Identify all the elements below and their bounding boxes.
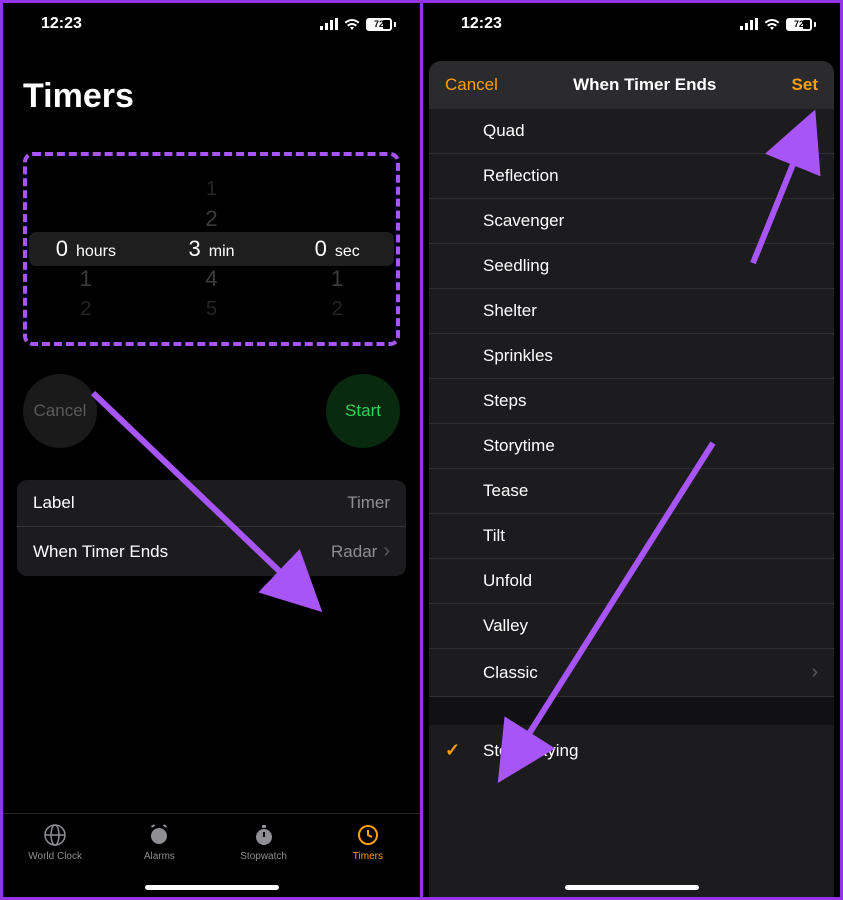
status-time: 12:23 bbox=[461, 15, 502, 33]
battery-icon: 72 bbox=[366, 18, 396, 31]
stopwatch-icon bbox=[251, 822, 277, 848]
battery-icon: 72 bbox=[786, 18, 816, 31]
ends-value: Radar bbox=[331, 542, 377, 562]
picker-sec-value: 0 bbox=[315, 236, 327, 262]
sound-picker-modal: Cancel When Timer Ends Set Quad Reflecti… bbox=[429, 61, 834, 897]
tab-timers[interactable]: Timers bbox=[316, 822, 420, 862]
phone-right-sound-picker: 12:23 72 Cancel When Timer Ends Set Quad… bbox=[423, 3, 840, 897]
sound-item[interactable]: Unfold bbox=[429, 559, 834, 604]
modal-title: When Timer Ends bbox=[573, 75, 716, 95]
status-indicators: 72 bbox=[320, 18, 396, 31]
timer-settings-group: Label Timer When Timer Ends Radar › bbox=[17, 480, 406, 576]
modal-cancel-button[interactable]: Cancel bbox=[445, 75, 498, 95]
status-bar: 12:23 72 bbox=[423, 3, 840, 39]
label-row[interactable]: Label Timer bbox=[17, 480, 406, 527]
when-timer-ends-row[interactable]: When Timer Ends Radar › bbox=[17, 527, 406, 576]
sound-item[interactable]: Scavenger bbox=[429, 199, 834, 244]
start-button[interactable]: Start bbox=[326, 374, 400, 448]
sound-item[interactable]: Quad bbox=[429, 109, 834, 154]
picker-hours-value: 0 bbox=[56, 236, 68, 262]
tab-stopwatch[interactable]: Stopwatch bbox=[212, 822, 316, 862]
picker-min-label: min bbox=[209, 243, 235, 261]
stop-playing-row[interactable]: ✓ Stop Playing bbox=[429, 725, 834, 776]
ends-key: When Timer Ends bbox=[33, 542, 168, 562]
wifi-icon bbox=[344, 18, 360, 30]
page-title: Timers bbox=[3, 39, 420, 126]
picker-sec-label: sec bbox=[335, 243, 360, 261]
chevron-right-icon: › bbox=[811, 661, 818, 684]
sound-item[interactable]: Steps bbox=[429, 379, 834, 424]
chevron-right-icon: › bbox=[383, 540, 390, 563]
phone-left-timers: 12:23 72 Timers 1 2 bbox=[3, 3, 420, 897]
timer-icon bbox=[355, 822, 381, 848]
status-indicators: 72 bbox=[740, 18, 816, 31]
sound-item[interactable]: Sprinkles bbox=[429, 334, 834, 379]
alarm-icon bbox=[146, 822, 172, 848]
checkmark-icon: ✓ bbox=[445, 740, 465, 761]
picker-min-value: 3 bbox=[188, 236, 200, 262]
sound-item[interactable]: Shelter bbox=[429, 289, 834, 334]
sound-item[interactable]: Storytime bbox=[429, 424, 834, 469]
home-indicator[interactable] bbox=[565, 885, 699, 890]
status-time: 12:23 bbox=[41, 15, 82, 33]
sound-item[interactable]: Valley bbox=[429, 604, 834, 649]
picker-hours-label: hours bbox=[76, 243, 116, 261]
sound-item-classic[interactable]: Classic› bbox=[429, 649, 834, 697]
label-value: Timer bbox=[347, 493, 390, 513]
status-bar: 12:23 72 bbox=[3, 3, 420, 39]
modal-header: Cancel When Timer Ends Set bbox=[429, 61, 834, 109]
sound-item[interactable]: Reflection bbox=[429, 154, 834, 199]
cellular-icon bbox=[320, 18, 338, 30]
cellular-icon bbox=[740, 18, 758, 30]
sound-item[interactable]: Tilt bbox=[429, 514, 834, 559]
tab-world-clock[interactable]: World Clock bbox=[3, 822, 107, 862]
tab-alarms[interactable]: Alarms bbox=[107, 822, 211, 862]
sound-item[interactable]: Tease bbox=[429, 469, 834, 514]
home-indicator[interactable] bbox=[145, 885, 279, 890]
cancel-button[interactable]: Cancel bbox=[23, 374, 97, 448]
globe-icon bbox=[42, 822, 68, 848]
sound-list[interactable]: Quad Reflection Scavenger Seedling Shelt… bbox=[429, 109, 834, 897]
sound-item[interactable]: Seedling bbox=[429, 244, 834, 289]
time-picker[interactable]: 1 2 1 2 4 5 1 2 0hou bbox=[23, 152, 400, 346]
wifi-icon bbox=[764, 18, 780, 30]
label-key: Label bbox=[33, 493, 75, 513]
stop-playing-label: Stop Playing bbox=[483, 741, 578, 761]
modal-set-button[interactable]: Set bbox=[792, 75, 818, 95]
